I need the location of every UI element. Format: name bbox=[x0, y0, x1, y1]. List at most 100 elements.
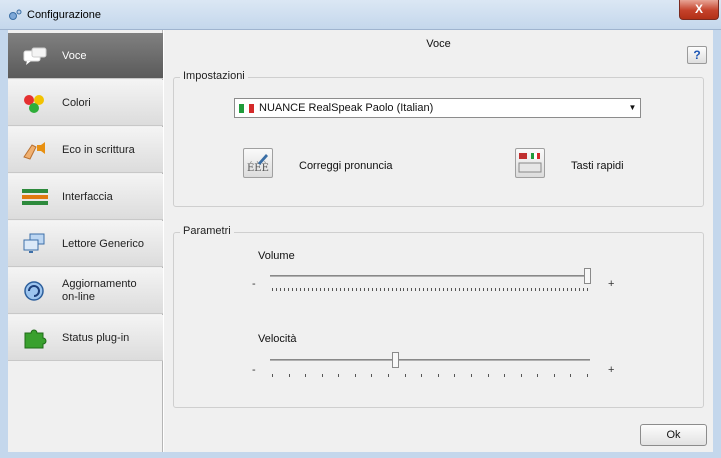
sidebar-item-eco-in-scrittura[interactable]: Eco in scrittura bbox=[8, 127, 163, 173]
slider-tick bbox=[431, 288, 433, 291]
slider-tick bbox=[487, 374, 489, 377]
pronunciation-icon: ÉÈÈ bbox=[247, 154, 269, 174]
slider-tick bbox=[470, 374, 472, 377]
sidebar-item-lettore-generico[interactable]: Lettore Generico bbox=[8, 221, 163, 267]
hand-speaker-icon bbox=[23, 142, 45, 160]
slider-tick bbox=[415, 288, 417, 291]
monitors-icon bbox=[23, 233, 45, 253]
volume-ticks bbox=[272, 288, 588, 291]
slider-tick bbox=[305, 374, 307, 377]
slider-tick bbox=[295, 288, 297, 291]
slider-tick bbox=[379, 288, 381, 291]
title-bar: Configurazione X bbox=[0, 0, 721, 30]
slider-tick bbox=[421, 374, 423, 377]
slider-tick bbox=[495, 288, 497, 291]
slider-tick bbox=[288, 374, 290, 377]
hotkeys-label[interactable]: Tasti rapidi bbox=[571, 160, 624, 172]
slider-tick bbox=[283, 288, 285, 291]
ok-button[interactable]: Ok bbox=[640, 424, 707, 446]
sidebar-item-label-line2: on-line bbox=[62, 291, 96, 303]
slider-tick bbox=[487, 288, 489, 291]
help-button[interactable]: ? bbox=[687, 46, 707, 64]
parameters-group: Parametri bbox=[173, 225, 704, 408]
slider-tick bbox=[423, 288, 425, 291]
slider-tick bbox=[272, 288, 273, 291]
slider-tick bbox=[515, 288, 517, 291]
slider-tick bbox=[530, 288, 532, 291]
slider-tick bbox=[504, 374, 506, 377]
slider-tick bbox=[553, 374, 555, 377]
speed-ticks bbox=[272, 374, 588, 377]
slider-tick bbox=[570, 374, 572, 377]
slider-tick bbox=[520, 374, 522, 377]
slider-tick bbox=[279, 288, 281, 291]
close-button[interactable]: X bbox=[679, 0, 719, 20]
speed-slider-track[interactable] bbox=[270, 359, 590, 361]
slider-tick bbox=[447, 288, 449, 291]
sidebar-item-interfaccia[interactable]: Interfaccia bbox=[8, 174, 163, 220]
slider-tick bbox=[586, 374, 588, 377]
slider-tick bbox=[338, 374, 340, 377]
slider-tick bbox=[287, 288, 289, 291]
slider-tick bbox=[475, 288, 477, 291]
slider-tick bbox=[574, 288, 576, 291]
slider-tick bbox=[407, 288, 409, 291]
slider-tick bbox=[538, 288, 540, 291]
speed-min-label: - bbox=[252, 364, 256, 376]
slider-tick bbox=[347, 288, 349, 291]
interface-bars-icon bbox=[22, 189, 48, 205]
speed-max-label: + bbox=[608, 364, 615, 376]
sidebar-item-label: Colori bbox=[62, 97, 91, 109]
slider-tick bbox=[566, 288, 568, 291]
slider-tick bbox=[578, 288, 580, 291]
window-frame-left bbox=[0, 30, 8, 458]
correct-pronunciation-label[interactable]: Correggi pronuncia bbox=[299, 160, 393, 172]
slider-tick bbox=[491, 288, 493, 291]
sidebar-item-colori[interactable]: Colori bbox=[8, 80, 163, 126]
slider-tick bbox=[351, 288, 353, 291]
slider-tick bbox=[339, 288, 341, 291]
volume-slider-track[interactable] bbox=[270, 275, 590, 277]
slider-tick bbox=[546, 288, 548, 291]
window-frame-right bbox=[713, 30, 721, 458]
svg-text:ÉÈÈ: ÉÈÈ bbox=[247, 162, 269, 174]
slider-tick bbox=[354, 374, 356, 377]
volume-label: Volume bbox=[258, 250, 295, 262]
slider-tick bbox=[331, 288, 333, 291]
slider-tick bbox=[534, 288, 536, 291]
sidebar: Voce Colori Eco in scrittura Interfaccia bbox=[8, 30, 163, 452]
volume-slider-thumb[interactable] bbox=[584, 268, 591, 284]
slider-tick bbox=[443, 288, 445, 291]
hotkeys-button[interactable] bbox=[515, 148, 545, 178]
gear-icon bbox=[9, 9, 22, 20]
slider-tick bbox=[586, 288, 588, 291]
sidebar-item-aggiornamento-on-line[interactable]: Aggiornamento on-line bbox=[8, 268, 163, 314]
slider-tick bbox=[403, 288, 405, 291]
sidebar-item-voce[interactable]: Voce bbox=[8, 33, 163, 79]
volume-max-label: + bbox=[608, 278, 615, 290]
slider-tick bbox=[375, 288, 377, 291]
slider-tick bbox=[542, 288, 544, 291]
update-globe-icon bbox=[24, 281, 44, 301]
slider-tick bbox=[471, 288, 473, 291]
slider-tick bbox=[455, 288, 457, 291]
parameters-legend: Parametri bbox=[180, 225, 234, 237]
slider-tick bbox=[427, 288, 429, 291]
slider-tick bbox=[307, 288, 309, 291]
correct-pronunciation-button[interactable]: ÉÈÈ bbox=[243, 148, 273, 178]
main-panel: Voce ? Impostazioni Parametri bbox=[164, 30, 713, 452]
voice-select[interactable]: NUANCE RealSpeak Paolo (Italian) ▼ bbox=[234, 98, 641, 118]
italy-flag-icon bbox=[239, 104, 254, 113]
slider-tick bbox=[527, 288, 528, 291]
sidebar-item-label: Status plug-in bbox=[62, 332, 130, 344]
sidebar-item-status-plug-in[interactable]: Status plug-in bbox=[8, 315, 163, 361]
slider-tick bbox=[459, 288, 461, 291]
slider-tick bbox=[315, 288, 317, 291]
slider-tick bbox=[355, 288, 357, 291]
slider-tick bbox=[319, 288, 321, 291]
sidebar-item-label: Eco in scrittura bbox=[62, 144, 135, 156]
slider-tick bbox=[383, 288, 385, 291]
speed-slider-thumb[interactable] bbox=[392, 352, 399, 368]
chevron-down-icon[interactable]: ▼ bbox=[625, 100, 639, 116]
slider-tick bbox=[537, 374, 539, 377]
